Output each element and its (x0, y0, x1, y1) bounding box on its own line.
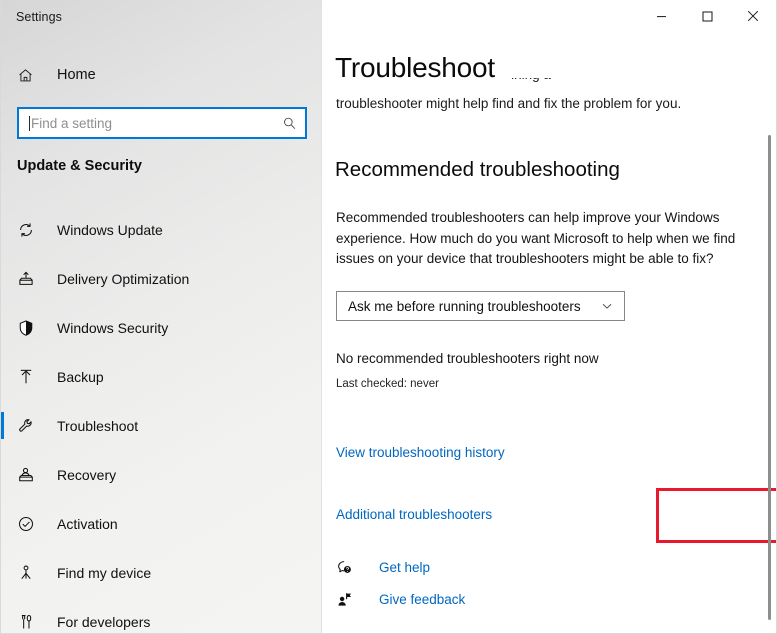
sidebar-item-home[interactable]: Home (1, 58, 321, 92)
get-help-link[interactable]: Get help (379, 560, 430, 575)
sidebar-item-label: For developers (57, 614, 150, 630)
sidebar-item-label: Activation (57, 516, 118, 532)
sidebar-item-label: Windows Update (57, 222, 163, 238)
sidebar: Settings Home Update & Security (1, 0, 322, 633)
search-box[interactable] (17, 107, 307, 139)
scrolled-intro-text: troubleshooter might help find and fix t… (336, 96, 681, 111)
selection-accent (1, 216, 4, 243)
sidebar-item-label: Recovery (57, 467, 116, 483)
text-caret (29, 116, 30, 131)
recommended-troubleshooting-dropdown[interactable]: Ask me before running troubleshooters (336, 291, 625, 321)
view-troubleshooting-history-link[interactable]: View troubleshooting history (336, 445, 505, 460)
dropdown-value: Ask me before running troubleshooters (348, 299, 600, 314)
find-device-icon (17, 564, 43, 582)
sidebar-item-label: Delivery Optimization (57, 271, 189, 287)
content-scroll-region: If something isn't working, running a tr… (322, 0, 776, 633)
sidebar-item-label: Find my device (57, 565, 151, 581)
selection-accent (1, 314, 4, 341)
sidebar-item-troubleshoot[interactable]: Troubleshoot (1, 401, 321, 450)
vertical-scrollbar[interactable] (763, 0, 776, 633)
home-icon (17, 67, 43, 84)
close-button[interactable] (730, 0, 776, 32)
maximize-button[interactable] (684, 0, 730, 32)
sidebar-nav-list: Windows Update Delivery Optimization (1, 205, 321, 634)
sidebar-item-backup[interactable]: Backup (1, 352, 321, 401)
settings-window: Settings Home Update & Security (0, 0, 777, 634)
up-arrow-icon (17, 368, 43, 386)
window-title: Settings (16, 10, 62, 24)
main-content: If something isn't working, running a tr… (322, 0, 776, 633)
additional-troubleshooters-link[interactable]: Additional troubleshooters (336, 507, 492, 522)
sidebar-item-label: Windows Security (57, 320, 168, 336)
recovery-icon (17, 466, 43, 484)
delivery-upload-icon (17, 270, 43, 288)
selection-accent (1, 510, 4, 537)
selection-accent (1, 412, 4, 439)
search-input[interactable] (31, 116, 282, 131)
recommendation-status-text: No recommended troubleshooters right now (336, 351, 599, 366)
selection-accent (1, 265, 4, 292)
scrollbar-thumb[interactable] (768, 135, 771, 620)
sidebar-item-for-developers[interactable]: For developers (1, 597, 321, 634)
help-bubble-icon (336, 559, 366, 576)
sidebar-item-find-my-device[interactable]: Find my device (1, 548, 321, 597)
sidebar-item-windows-update[interactable]: Windows Update (1, 205, 321, 254)
window-controls (638, 0, 776, 32)
feedback-person-icon (336, 591, 366, 608)
wrench-icon (17, 417, 43, 435)
section-heading-recommended: Recommended troubleshooting (335, 158, 620, 182)
sidebar-item-label: Troubleshoot (57, 418, 138, 434)
search-icon[interactable] (282, 116, 297, 131)
last-checked-text: Last checked: never (336, 378, 439, 390)
sidebar-item-label: Backup (57, 369, 104, 385)
give-feedback-link[interactable]: Give feedback (379, 592, 465, 607)
sidebar-item-recovery[interactable]: Recovery (1, 450, 321, 499)
developer-tools-icon (17, 613, 43, 631)
sidebar-item-delivery-optimization[interactable]: Delivery Optimization (1, 254, 321, 303)
sync-icon (17, 221, 43, 239)
get-help-row[interactable]: Get help (336, 559, 430, 576)
sidebar-item-windows-security[interactable]: Windows Security (1, 303, 321, 352)
minimize-button[interactable] (638, 0, 684, 32)
sidebar-item-home-label: Home (57, 67, 96, 83)
page-title: Troubleshoot (335, 52, 509, 84)
selection-accent (1, 608, 4, 634)
chevron-down-icon (600, 299, 614, 313)
selection-accent (1, 363, 4, 390)
sidebar-section-header: Update & Security (17, 158, 142, 174)
check-circle-icon (17, 515, 43, 533)
selection-accent (1, 461, 4, 488)
sidebar-item-activation[interactable]: Activation (1, 499, 321, 548)
shield-icon (17, 319, 43, 337)
give-feedback-row[interactable]: Give feedback (336, 591, 465, 608)
selection-accent (1, 559, 4, 586)
section-description: Recommended troubleshooters can help imp… (336, 208, 740, 270)
